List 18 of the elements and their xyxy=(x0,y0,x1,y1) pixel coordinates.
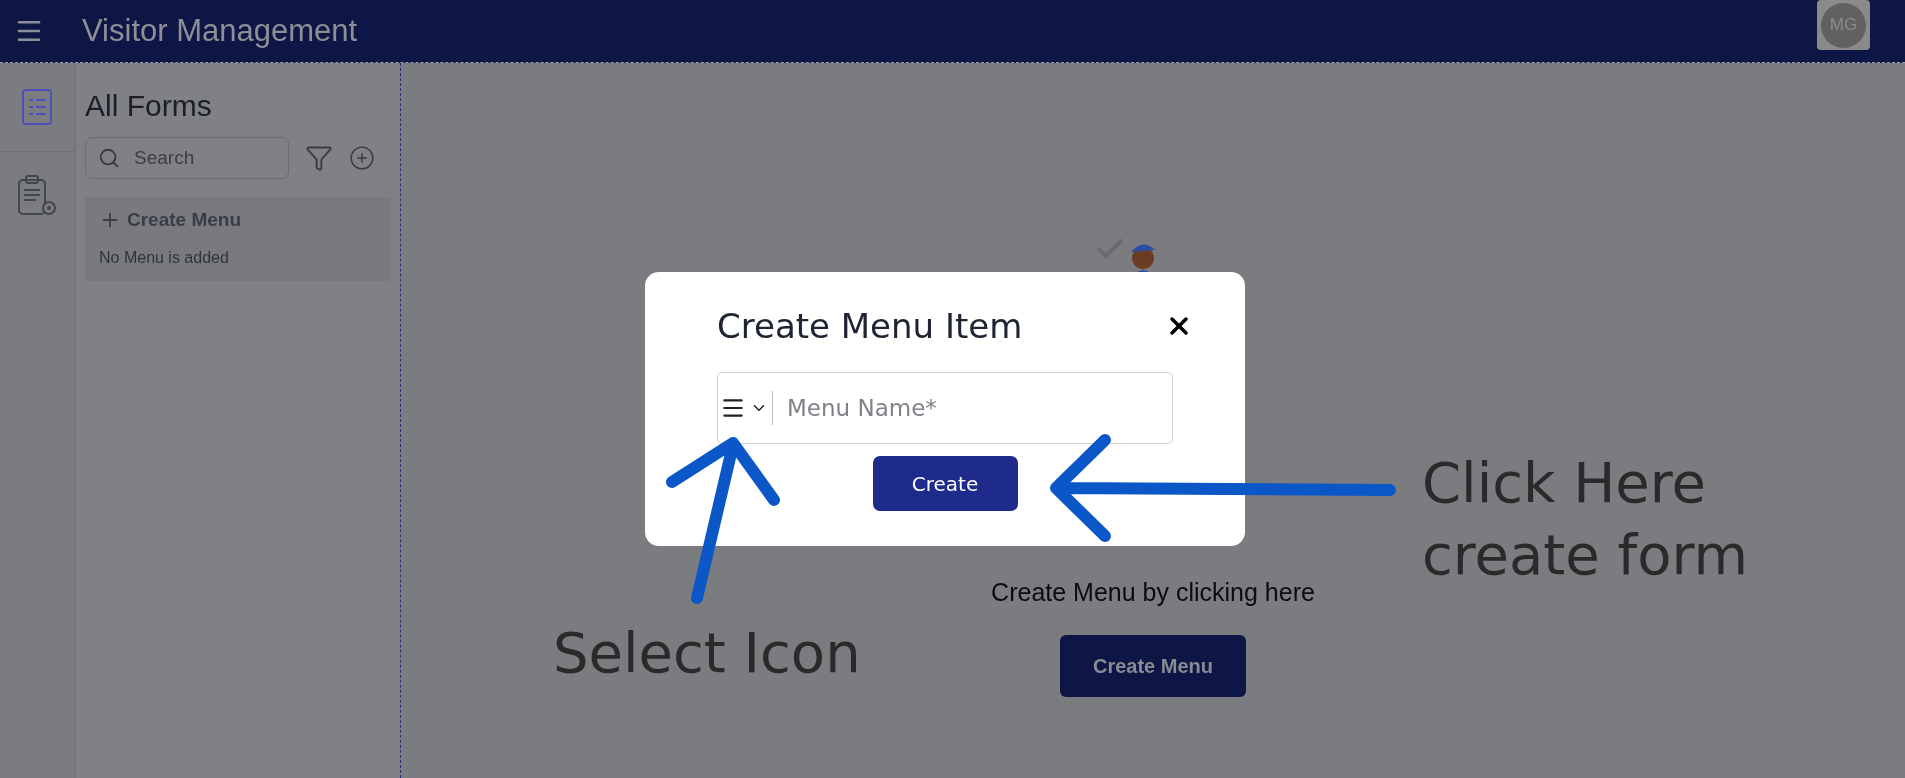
menu-name-field[interactable]: Menu Name* xyxy=(717,372,1173,444)
create-menu-link[interactable]: Create Menu xyxy=(99,209,242,231)
checklist-icon[interactable] xyxy=(20,88,55,126)
search-field[interactable]: Search xyxy=(85,137,289,179)
hint-text: Create Menu by clicking here xyxy=(991,578,1315,607)
create-button[interactable]: Create xyxy=(872,456,1018,511)
search-input[interactable]: Search xyxy=(132,146,256,170)
create-menu-button[interactable]: Create Menu xyxy=(1060,635,1246,697)
empty-message: No Menu is added xyxy=(99,249,230,267)
clipboard-gear-icon[interactable] xyxy=(16,174,59,218)
app-title: Visitor Management xyxy=(82,13,359,49)
annotation-text: Select Icon xyxy=(553,619,861,687)
sidebar-title: All Forms xyxy=(85,89,213,123)
modal-title: Create Menu Item xyxy=(717,306,1023,346)
annotation-text: Click Here create form xyxy=(1422,449,1749,589)
filter-icon[interactable] xyxy=(305,144,333,172)
search-icon xyxy=(98,147,120,169)
add-icon[interactable] xyxy=(349,145,375,171)
